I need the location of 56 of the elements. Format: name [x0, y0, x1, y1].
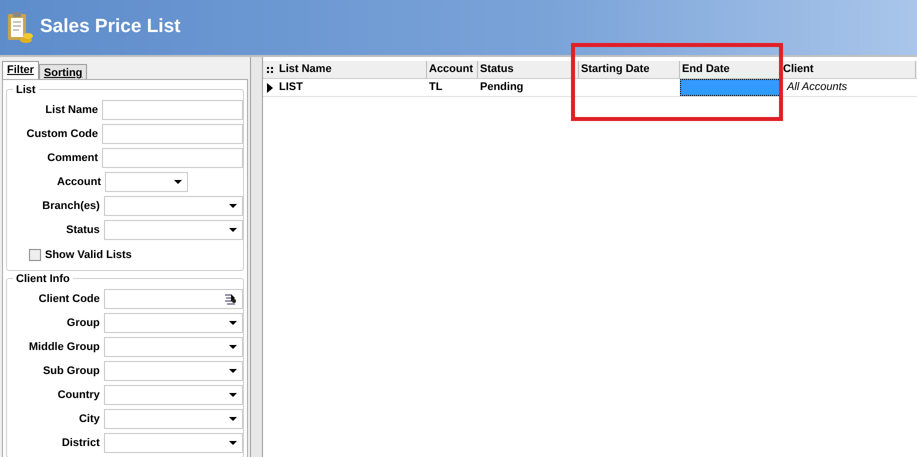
lookup-field[interactable] — [104, 289, 243, 309]
column-header[interactable]: List Name — [277, 61, 427, 78]
dropdown-field[interactable] — [104, 385, 243, 405]
table-cell[interactable]: All Accounts — [781, 79, 916, 96]
caret-icon — [229, 228, 237, 232]
lookup-icon[interactable] — [225, 293, 237, 305]
caret-icon — [229, 441, 237, 445]
field-label: District — [60, 436, 101, 451]
clipboard-coins-icon — [6, 10, 34, 44]
field-label: Custom Code — [26, 126, 99, 142]
table-cell[interactable]: TL — [427, 79, 478, 96]
dropdown-field[interactable] — [104, 433, 243, 453]
column-header[interactable]: End Date — [680, 61, 781, 78]
dropdown-field[interactable] — [104, 313, 243, 333]
column-header[interactable]: Client — [781, 61, 916, 78]
field-label: Country — [56, 388, 101, 403]
column-header[interactable]: Status — [478, 61, 579, 78]
table-cell[interactable] — [680, 79, 781, 96]
dropdown-field[interactable] — [104, 361, 243, 381]
dropdown-field[interactable] — [105, 172, 188, 192]
field-label: Branch(es) — [41, 198, 101, 214]
input-field[interactable] — [102, 124, 243, 144]
caret-icon — [229, 369, 237, 373]
field-label: Comment — [46, 150, 99, 166]
dropdown-field[interactable] — [104, 220, 243, 240]
field-label: Middle Group — [28, 340, 101, 355]
grid-corner-icon — [267, 66, 273, 72]
input-field[interactable] — [102, 148, 243, 168]
caret-icon — [174, 180, 182, 184]
dropdown-field[interactable] — [104, 196, 243, 216]
field-label: Group — [66, 316, 101, 331]
row-pointer-icon — [267, 82, 273, 92]
field-label: Status — [65, 222, 101, 238]
tab[interactable]: Filter — [2, 61, 39, 79]
caret-icon — [229, 345, 237, 349]
caret-icon — [229, 204, 237, 208]
table-cell[interactable]: LIST — [277, 79, 427, 96]
tab[interactable]: Sorting — [38, 64, 88, 79]
caret-icon — [229, 321, 237, 325]
dropdown-field[interactable] — [104, 409, 243, 429]
field-label: List Name — [44, 102, 99, 118]
checkbox[interactable] — [29, 249, 41, 261]
checkbox-label: Show Valid Lists — [45, 248, 132, 263]
field-label: Account — [56, 174, 102, 190]
dropdown-field[interactable] — [104, 337, 243, 357]
field-label: Client Code — [38, 292, 101, 307]
input-field[interactable] — [102, 100, 243, 120]
column-header[interactable]: Account — [427, 61, 478, 78]
column-header[interactable]: Starting Date — [579, 61, 680, 78]
window-title: Sales Price List — [40, 15, 180, 40]
table-cell[interactable]: Pending — [478, 79, 579, 96]
caret-icon — [229, 393, 237, 397]
splitter[interactable] — [251, 57, 263, 457]
field-label: Sub Group — [42, 364, 101, 379]
caret-icon — [229, 417, 237, 421]
field-label: City — [78, 412, 101, 427]
